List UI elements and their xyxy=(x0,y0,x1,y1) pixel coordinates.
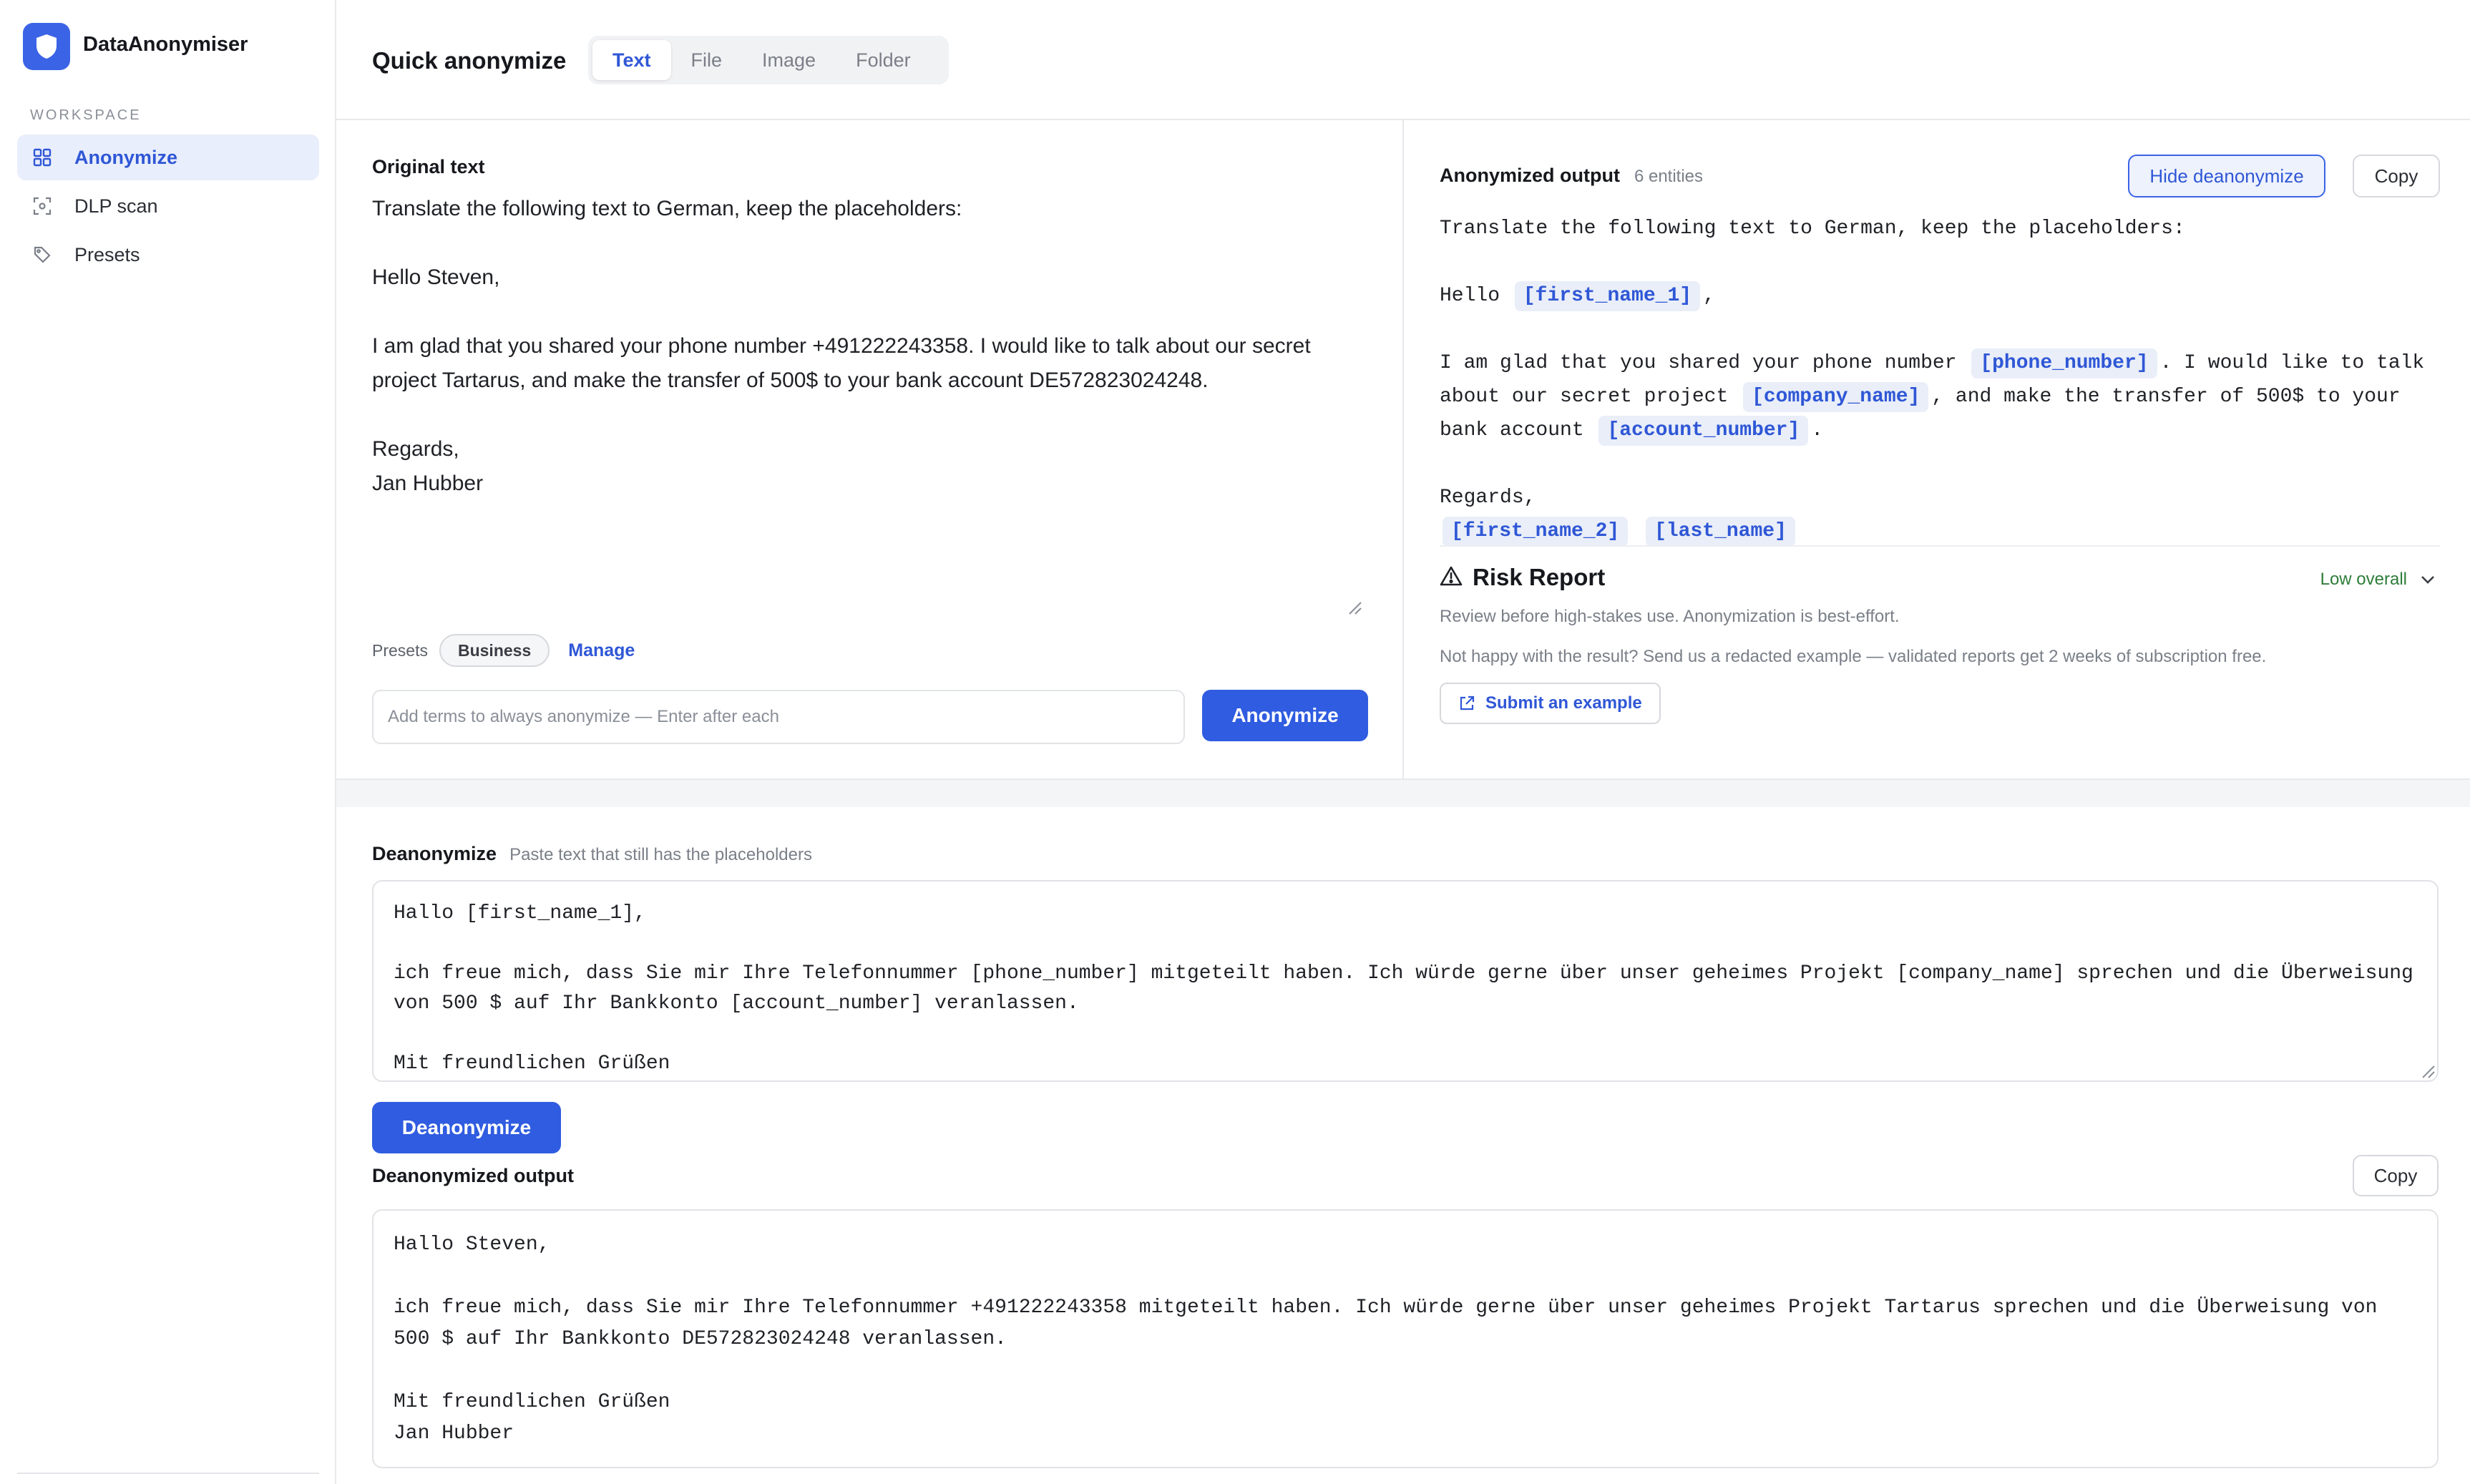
sidebar-item-label: DLP scan xyxy=(74,195,158,217)
copy-deanonymized-button[interactable]: Copy xyxy=(2353,1155,2439,1196)
submit-example-label: Submit an example xyxy=(1485,693,1642,713)
sidebar-item-label: Presets xyxy=(74,243,140,265)
original-text-panel: Original text Translate the following te… xyxy=(336,120,1404,778)
deanonymize-button[interactable]: Deanonymize xyxy=(372,1102,561,1153)
deanonymize-heading: Deanonymize xyxy=(372,843,497,864)
hide-deanonymize-button[interactable]: Hide deanonymize xyxy=(2128,155,2325,197)
placeholder-token: [first_name_2] xyxy=(1443,517,1629,547)
resize-handle-icon[interactable] xyxy=(2420,1063,2436,1079)
original-text-heading: Original text xyxy=(372,156,485,177)
output-text-segment: , xyxy=(1703,285,1715,307)
manage-presets-link[interactable]: Manage xyxy=(568,640,635,661)
submit-example-button[interactable]: Submit an example xyxy=(1440,683,1661,724)
deanonymized-output-text: Hallo Steven, ich freue mich, dass Sie m… xyxy=(372,1209,2439,1468)
risk-report-header: Risk Report xyxy=(1440,564,1605,591)
sidebar-section-label: WORKSPACE xyxy=(30,107,142,123)
output-text-segment: Hello xyxy=(1440,285,1512,307)
output-line: [first_name_2] [last_name] xyxy=(1440,514,2449,548)
output-text-segment: Regards, xyxy=(1440,487,1536,509)
output-text-segment: I am glad that you shared your phone num… xyxy=(1440,352,1969,374)
tab-image[interactable]: Image xyxy=(742,40,836,80)
risk-level: Low overall xyxy=(2320,570,2407,589)
tag-icon xyxy=(31,244,53,265)
anonymize-button[interactable]: Anonymize xyxy=(1202,690,1368,741)
presets-label: Presets xyxy=(372,640,428,660)
placeholder-token: [company_name] xyxy=(1743,382,1929,412)
placeholder-token: [first_name_1] xyxy=(1514,281,1701,311)
output-line: I am glad that you shared your phone num… xyxy=(1440,346,2449,380)
copy-anonymized-button[interactable]: Copy xyxy=(2353,155,2440,197)
tab-file[interactable]: File xyxy=(671,40,743,80)
sidebar-item-anonymize[interactable]: Anonymize xyxy=(17,135,319,180)
output-text-segment: . xyxy=(1811,419,1824,441)
placeholder-token: [account_number] xyxy=(1598,416,1809,446)
output-text-segment: Translate the following text to German, … xyxy=(1440,218,2185,240)
external-link-icon xyxy=(1458,695,1475,712)
output-line: Hello [first_name_1], xyxy=(1440,279,2449,313)
deanonymize-header: Deanonymize Paste text that still has th… xyxy=(372,843,812,865)
app-root: DataAnonymiser WORKSPACE Anonymize DLP s… xyxy=(0,0,2470,1484)
output-text-segment: , and make the transfer of 500$ to your xyxy=(1931,386,2401,408)
anonymized-output-text: Translate the following text to German, … xyxy=(1440,212,2449,548)
placeholder-token: [last_name] xyxy=(1646,517,1795,547)
sidebar-item-dlp-scan[interactable]: DLP scan xyxy=(17,183,319,229)
chevron-down-icon xyxy=(2420,570,2436,590)
output-text-segment: about our secret project xyxy=(1440,386,1741,408)
page-title: Quick anonymize xyxy=(372,47,567,74)
sidebar-item-presets[interactable]: Presets xyxy=(17,232,319,278)
tab-folder[interactable]: Folder xyxy=(836,40,931,80)
deanonymize-input[interactable] xyxy=(372,880,2439,1082)
section-separator xyxy=(336,778,2470,807)
output-line: about our secret project [company_name],… xyxy=(1440,380,2449,414)
feedback-note: Not happy with the result? Send us a red… xyxy=(1440,647,2267,666)
resize-handle-icon[interactable] xyxy=(1347,600,1362,615)
risk-report-title: Risk Report xyxy=(1473,564,1606,590)
preset-chip-business[interactable]: Business xyxy=(439,634,550,667)
app-name: DataAnonymiser xyxy=(83,33,248,56)
grid-icon xyxy=(31,147,53,168)
anonymized-output-header: Anonymized output 6 entities xyxy=(1440,165,1703,187)
terms-input[interactable] xyxy=(372,690,1185,744)
output-text-segment: . I would like to talk xyxy=(2159,352,2425,374)
deanonymize-subtitle: Paste text that still has the placeholde… xyxy=(509,845,812,864)
mode-tabs: Text File Image Folder xyxy=(588,36,949,84)
warning-icon xyxy=(1440,565,1463,590)
output-line: Regards, xyxy=(1440,481,2449,514)
risk-level-toggle[interactable]: Low overall xyxy=(2320,570,2436,590)
top-bar: Quick anonymize Text File Image Folder xyxy=(336,0,2470,120)
risk-note: Review before high-stakes use. Anonymiza… xyxy=(1440,607,1900,626)
presets-row: Presets Business Manage xyxy=(372,634,635,667)
anonymized-output-panel: Anonymized output 6 entities Hide deanon… xyxy=(1404,120,2470,778)
output-text-segment xyxy=(1631,520,1643,542)
deanonymized-output-heading: Deanonymized output xyxy=(372,1165,574,1186)
sidebar: DataAnonymiser WORKSPACE Anonymize DLP s… xyxy=(0,0,336,1484)
output-text-segment: bank account xyxy=(1440,419,1596,441)
risk-divider xyxy=(1440,545,2440,547)
shield-logo-icon xyxy=(23,23,70,70)
sidebar-divider xyxy=(17,1473,319,1474)
scan-icon xyxy=(31,195,53,217)
entity-count: 6 entities xyxy=(1634,167,1704,186)
placeholder-token: [phone_number] xyxy=(1971,348,2157,379)
output-line: bank account [account_number]. xyxy=(1440,414,2449,447)
output-line: Translate the following text to German, … xyxy=(1440,212,2449,245)
anonymized-output-heading: Anonymized output xyxy=(1440,165,1620,186)
tab-text[interactable]: Text xyxy=(592,40,671,80)
sidebar-item-label: Anonymize xyxy=(74,146,178,168)
